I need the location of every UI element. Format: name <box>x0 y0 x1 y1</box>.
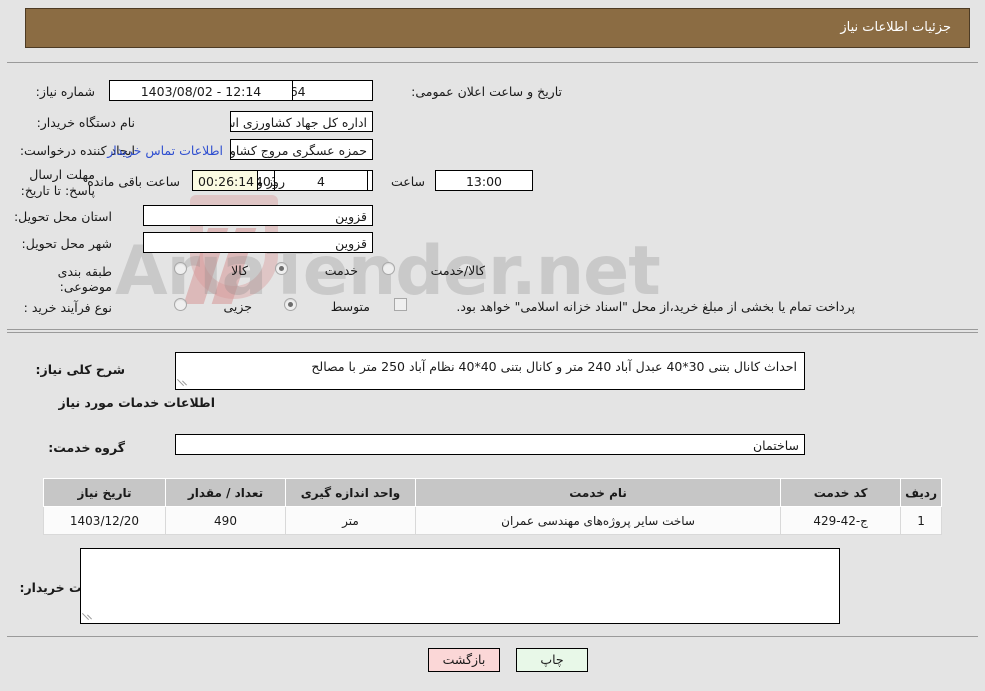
radio-category-goods[interactable] <box>174 262 187 275</box>
city-label: شهر محل تحویل: <box>21 236 112 251</box>
city-value: قزوین <box>143 232 373 253</box>
requester-value: حمزه عسگری مروج کشاورزی اداره کل جهاد کش… <box>230 139 373 160</box>
table-header-row: ردیف کد خدمت نام خدمت واحد اندازه گیری ت… <box>43 478 942 507</box>
remaining-timer-label: ساعت باقی مانده <box>87 174 180 189</box>
announce-datetime-value: 1403/08/02 - 12:14 <box>109 80 293 101</box>
radio-process-medium[interactable] <box>284 298 297 311</box>
buyer-contact-link[interactable]: اطلاعات تماس خریدار <box>107 143 223 158</box>
general-desc-label: شرح کلی نیاز: <box>35 362 125 377</box>
resize-grip-icon-notes[interactable] <box>81 610 95 622</box>
col-unit: واحد اندازه گیری <box>285 478 416 507</box>
general-desc-value: احداث کانال بتنی 30*40 عبدل آباد 240 متر… <box>311 359 797 374</box>
deadline-time-label: ساعت <box>390 174 425 189</box>
general-desc-textarea[interactable]: احداث کانال بتنی 30*40 عبدل آباد 240 متر… <box>175 352 805 390</box>
cell-unit: متر <box>285 506 416 535</box>
radio-category-goods-label: کالا <box>231 263 248 278</box>
col-quantity: تعداد / مقدار <box>165 478 286 507</box>
radio-process-minor[interactable] <box>174 298 187 311</box>
page-root: AriaTender.net جزئیات اطلاعات نیاز شماره… <box>0 0 985 691</box>
radio-category-goods-service-label: کالا/خدمت <box>430 263 485 278</box>
category-label: طبقه بندی موضوعی: <box>57 264 112 294</box>
table-row: 1 ج-42-429 ساخت سایر پروژه‌های مهندسی عم… <box>43 506 942 535</box>
col-service-name: نام خدمت <box>414 478 782 507</box>
remaining-days-value: 4 <box>274 170 368 191</box>
services-table: ردیف کد خدمت نام خدمت واحد اندازه گیری ت… <box>43 478 942 535</box>
resize-grip-icon[interactable] <box>176 376 190 388</box>
buyer-org-value: اداره کل جهاد کشاورزی استان قزوین <box>230 111 373 132</box>
radio-category-goods-service[interactable] <box>382 262 395 275</box>
col-row-no: ردیف <box>900 478 942 507</box>
radio-process-medium-label: متوسط <box>330 299 370 314</box>
buyer-notes-textarea[interactable] <box>80 548 840 624</box>
page-header-bar: جزئیات اطلاعات نیاز <box>25 8 970 48</box>
service-group-label: گروه خدمت: <box>48 440 125 455</box>
deadline-time-value: 13:00 <box>435 170 533 191</box>
buyer-org-label: نام دستگاه خریدار: <box>36 115 135 130</box>
cell-service-name: ساخت سایر پروژه‌های مهندسی عمران <box>414 506 782 535</box>
service-group-value: ساختمان <box>175 434 805 455</box>
page-title: جزئیات اطلاعات نیاز <box>840 20 951 35</box>
cell-need-date: 1403/12/20 <box>43 506 166 535</box>
cell-service-code: ج-42-429 <box>780 506 902 535</box>
checkbox-islamic-treasury[interactable] <box>394 298 407 311</box>
cell-row-no: 1 <box>900 506 942 535</box>
cell-quantity: 490 <box>165 506 286 535</box>
announce-datetime-label: تاریخ و ساعت اعلان عمومی: <box>411 84 562 99</box>
summary-panel <box>7 62 978 330</box>
col-need-date: تاریخ نیاز <box>43 478 166 507</box>
remaining-timer-value: 00:26:14 <box>192 170 258 191</box>
services-section-title: اطلاعات خدمات مورد نیاز <box>58 395 216 410</box>
back-button[interactable]: بازگشت <box>428 648 500 672</box>
province-label: استان محل تحویل: <box>13 209 112 224</box>
deadline-label: مهلت ارسال پاسخ: تا تاریخ: <box>20 167 95 198</box>
process-label: نوع فرآیند خرید : <box>23 300 112 315</box>
print-button[interactable]: چاپ <box>516 648 588 672</box>
col-service-code: کد خدمت <box>780 478 902 507</box>
radio-process-minor-label: جزیی <box>223 299 252 314</box>
radio-category-service[interactable] <box>275 262 288 275</box>
need-number-label: شماره نیاز: <box>35 84 95 99</box>
province-value: قزوین <box>143 205 373 226</box>
radio-category-service-label: خدمت <box>324 263 358 278</box>
islamic-treasury-note: پرداخت تمام یا بخشی از مبلغ خرید،از محل … <box>456 299 855 314</box>
